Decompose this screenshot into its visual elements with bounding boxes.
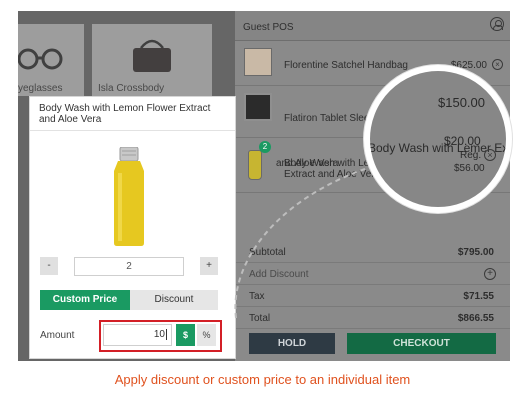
user-icon[interactable] xyxy=(490,17,504,31)
checkout-button[interactable]: CHECKOUT xyxy=(347,333,496,354)
amount-value: 10 xyxy=(153,329,165,340)
add-discount-row[interactable]: Add Discount + xyxy=(235,265,510,285)
tax-value: $71.55 xyxy=(463,291,494,302)
tax-row: Tax $71.55 xyxy=(235,287,510,307)
tax-label: Tax xyxy=(249,291,265,302)
total-row: Total $866.55 xyxy=(235,309,510,329)
item-editor-popup: Body Wash with Lemon Flower Extract and … xyxy=(29,96,236,359)
amount-label: Amount xyxy=(40,330,75,341)
item-name: Florentine Satchel Handbag xyxy=(284,60,408,71)
total-value: $866.55 xyxy=(457,313,494,324)
magnified-price: $150.00 xyxy=(438,95,485,110)
item-name-line2: and Aloe Vera xyxy=(276,158,339,169)
add-discount-label[interactable]: Add Discount xyxy=(249,269,308,280)
total-label: Total xyxy=(249,313,271,324)
popup-title: Body Wash with Lemon Flower Extract and … xyxy=(39,103,211,125)
subtotal-value: $795.00 xyxy=(457,247,494,258)
tab-custom-price[interactable]: Custom Price xyxy=(40,290,130,310)
magnified-reg-price: $56.00 xyxy=(454,163,485,174)
remove-icon[interactable]: × xyxy=(484,149,496,161)
tab-discount[interactable]: Discount xyxy=(130,290,218,310)
quantity-increment-button[interactable]: + xyxy=(200,257,218,275)
add-discount-plus-icon[interactable]: + xyxy=(484,268,496,280)
divider xyxy=(30,130,235,131)
cart-title: Guest POS xyxy=(243,22,294,33)
amount-input[interactable]: 10 xyxy=(103,324,172,346)
bottle-image xyxy=(114,147,144,246)
unit-percent-button[interactable]: % xyxy=(197,324,216,346)
item-thumbnail xyxy=(244,93,272,121)
subtotal-row: Subtotal $795.00 xyxy=(235,243,510,263)
magnifier-callout: $150.00 Body Wash with Lemer Extract $20… xyxy=(364,65,512,213)
caption: Apply discount or custom price to an ind… xyxy=(114,372,411,387)
quantity-badge: 2 xyxy=(259,141,271,153)
remove-icon[interactable]: × xyxy=(492,59,503,70)
quantity-decrement-button[interactable]: - xyxy=(40,257,58,275)
subtotal-label: Subtotal xyxy=(249,247,286,258)
quantity-input[interactable]: 2 xyxy=(74,257,184,276)
hold-button[interactable]: HOLD xyxy=(249,333,335,354)
cart-header: Guest POS xyxy=(235,11,510,41)
magnified-reg-label: Reg. xyxy=(460,150,482,161)
item-thumbnail xyxy=(244,48,272,76)
magnified-item-price: $20.00 xyxy=(444,134,481,148)
item-thumbnail xyxy=(248,150,262,180)
text-caret xyxy=(166,328,167,340)
unit-dollar-button[interactable]: $ xyxy=(176,324,195,346)
